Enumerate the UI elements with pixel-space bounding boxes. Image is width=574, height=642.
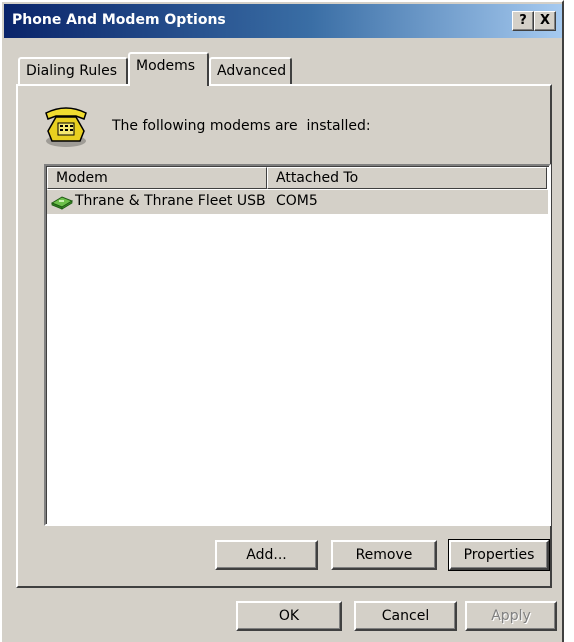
properties-button[interactable]: Properties: [448, 539, 550, 571]
remove-button[interactable]: Remove: [331, 540, 437, 570]
column-header-attached-to[interactable]: Attached To: [267, 167, 547, 189]
cancel-button[interactable]: Cancel: [354, 601, 457, 631]
installed-modems-label: The following modems are installed:: [112, 118, 371, 134]
column-header-modem[interactable]: Modem: [47, 167, 267, 189]
tab-advanced[interactable]: Advanced: [209, 57, 292, 85]
ok-button[interactable]: OK: [236, 601, 342, 631]
help-button[interactable]: ?: [512, 11, 534, 31]
close-button[interactable]: X: [534, 11, 556, 31]
tab-modems[interactable]: Modems: [128, 52, 209, 86]
list-item[interactable]: Thrane & Thrane Fleet USB COM5: [47, 190, 548, 214]
apply-button[interactable]: Apply: [465, 601, 557, 631]
title-bar[interactable]: Phone And Modem Options ? X: [4, 4, 562, 38]
add-button[interactable]: Add...: [215, 540, 318, 570]
dialog-window: Phone And Modem Options ? X Dialing Rule…: [0, 0, 564, 642]
modems-tab-panel: The following modems are installed: Mode…: [16, 84, 552, 588]
modem-name-cell: Thrane & Thrane Fleet USB: [75, 193, 266, 209]
tab-dialing-rules[interactable]: Dialing Rules: [18, 57, 128, 85]
window-title: Phone And Modem Options: [12, 12, 226, 28]
attached-to-cell: COM5: [276, 193, 318, 209]
modem-list[interactable]: Modem Attached To Thrane & Thrane Fleet …: [44, 164, 551, 526]
telephone-icon: [45, 107, 87, 147]
modem-icon: [50, 196, 74, 210]
